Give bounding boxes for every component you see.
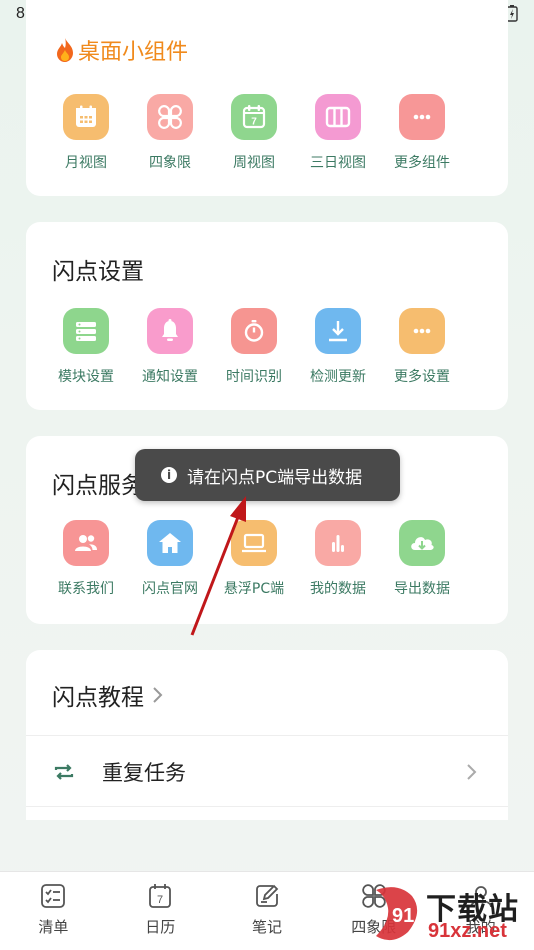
watermark-number: 91 xyxy=(392,905,414,927)
repeat-task-label: 重复任务 xyxy=(102,761,186,785)
grid-item-label: 时间识别 xyxy=(226,369,282,385)
widgets-title: 桌面小组件 xyxy=(78,40,189,65)
stopwatch-icon xyxy=(231,308,277,354)
service-my-data[interactable]: 我的数据 xyxy=(296,520,380,598)
widget-week-view[interactable]: 7 周视图 xyxy=(212,94,296,172)
grid-item-label: 通知设置 xyxy=(142,369,198,385)
list-modules-icon xyxy=(63,308,109,354)
grid-item-label: 导出数据 xyxy=(394,581,450,597)
grid-item-label: 模块设置 xyxy=(58,369,114,385)
nav-item-notes[interactable]: 笔记 xyxy=(214,872,321,950)
grid-item-label: 检测更新 xyxy=(310,369,366,385)
setting-time-recognition[interactable]: 时间识别 xyxy=(212,308,296,386)
widgets-header: 桌面小组件 xyxy=(54,34,188,66)
toast-text: 请在闪点PC端导出数据 xyxy=(187,467,363,488)
nav-label: 清单 xyxy=(38,918,69,936)
grid-item-label: 更多设置 xyxy=(394,369,450,385)
svg-text:7: 7 xyxy=(251,117,257,128)
repeat-task-row[interactable]: 重复任务 xyxy=(26,749,508,795)
three-columns-icon xyxy=(315,94,361,140)
bar-chart-icon xyxy=(315,520,361,566)
svg-text:7: 7 xyxy=(157,894,163,906)
grid-item-label: 四象限 xyxy=(149,155,191,171)
tutorial-title: 闪点教程 xyxy=(52,685,144,711)
widgets-card: 桌面小组件 月视图 四象限 7 周视图 三日视图 更多组件 xyxy=(26,0,508,196)
checklist-icon xyxy=(41,884,66,908)
chevron-right-icon xyxy=(153,687,163,703)
more-dots-icon xyxy=(399,94,445,140)
widget-three-day-view[interactable]: 三日视图 xyxy=(296,94,380,172)
people-icon xyxy=(63,520,109,566)
widgets-grid: 月视图 四象限 7 周视图 三日视图 更多组件 xyxy=(44,94,464,172)
more-dots-icon xyxy=(399,308,445,354)
settings-title: 闪点设置 xyxy=(52,259,144,285)
service-contact-us[interactable]: 联系我们 xyxy=(44,520,128,598)
watermark-logo: 91 下载站 91xz.net xyxy=(368,882,528,946)
setting-notifications[interactable]: 通知设置 xyxy=(128,308,212,386)
nav-label: 笔记 xyxy=(251,918,282,936)
repeat-icon xyxy=(54,764,74,780)
widget-month-view[interactable]: 月视图 xyxy=(44,94,128,172)
grid-item-label: 联系我们 xyxy=(58,581,114,597)
setting-more[interactable]: 更多设置 xyxy=(380,308,464,386)
grid-item-label: 我的数据 xyxy=(310,581,366,597)
settings-card: 闪点设置 模块设置 通知设置 时间识别 检测更新 更多设置 xyxy=(26,222,508,410)
tutorial-row[interactable]: 闪点教程 xyxy=(26,672,508,718)
nav-item-checklist[interactable]: 清单 xyxy=(0,872,107,950)
download-icon xyxy=(315,308,361,354)
annotation-arrow xyxy=(190,496,246,636)
services-title: 闪点服务 xyxy=(52,473,144,499)
grid-item-label: 月视图 xyxy=(65,155,107,171)
grid-item-label: 三日视图 xyxy=(310,155,366,171)
nav-label: 日历 xyxy=(145,918,176,936)
watermark-url: 91xz.net xyxy=(428,920,507,942)
info-icon: i xyxy=(161,467,177,483)
calendar-7-icon: 7 xyxy=(149,884,172,908)
bell-icon xyxy=(147,308,193,354)
service-export-data[interactable]: 导出数据 xyxy=(380,520,464,598)
setting-check-update[interactable]: 检测更新 xyxy=(296,308,380,386)
cloud-download-icon xyxy=(399,520,445,566)
calendar-7-icon: 7 xyxy=(231,94,277,140)
settings-grid: 模块设置 通知设置 时间识别 检测更新 更多设置 xyxy=(44,308,464,386)
note-edit-icon xyxy=(256,884,279,907)
grid-item-label: 更多组件 xyxy=(394,155,450,171)
nav-item-calendar[interactable]: 7 日历 xyxy=(107,872,214,950)
grid-item-label: 周视图 xyxy=(233,155,275,171)
divider xyxy=(26,806,508,807)
fire-icon xyxy=(57,38,73,62)
widget-more[interactable]: 更多组件 xyxy=(380,94,464,172)
chevron-right-icon xyxy=(467,764,477,780)
divider xyxy=(26,735,508,736)
tutorial-card: 闪点教程 重复任务 xyxy=(26,650,508,820)
four-petal-icon xyxy=(147,94,193,140)
toast-message: i 请在闪点PC端导出数据 xyxy=(135,449,400,501)
widget-four-quadrants[interactable]: 四象限 xyxy=(128,94,212,172)
calendar-grid-icon xyxy=(63,94,109,140)
setting-modules[interactable]: 模块设置 xyxy=(44,308,128,386)
